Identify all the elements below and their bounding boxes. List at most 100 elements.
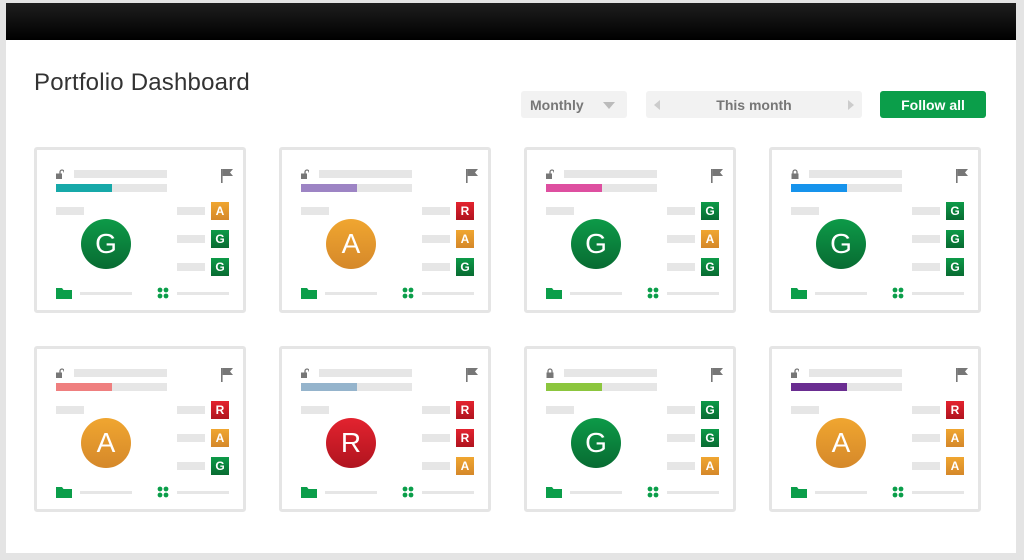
folder-text-placeholder — [80, 491, 132, 494]
folder-text-placeholder — [570, 292, 622, 295]
label-placeholder — [546, 207, 574, 215]
portfolio-card[interactable]: G G G G — [769, 147, 981, 313]
label-placeholder — [791, 207, 819, 215]
unlock-icon — [301, 169, 309, 179]
folder-icon[interactable] — [546, 288, 562, 299]
progress-bar — [791, 383, 902, 391]
grid-dots-icon[interactable] — [157, 486, 169, 498]
portfolio-card[interactable]: R R R A — [279, 346, 491, 512]
metric-label-placeholder — [912, 235, 940, 243]
progress-bar — [301, 383, 412, 391]
portfolio-card[interactable]: G G A G — [524, 147, 736, 313]
grid-dots-icon[interactable] — [892, 287, 904, 299]
grid-dots-icon[interactable] — [647, 486, 659, 498]
metric-label-placeholder — [912, 263, 940, 271]
flag-icon[interactable] — [221, 169, 233, 183]
label-placeholder — [301, 207, 329, 215]
flag-icon[interactable] — [466, 169, 478, 183]
title-placeholder — [809, 369, 902, 377]
apps-text-placeholder — [667, 292, 719, 295]
apps-text-placeholder — [912, 491, 964, 494]
portfolio-card[interactable]: A R A G — [279, 147, 491, 313]
label-placeholder — [56, 406, 84, 414]
metric-label-placeholder — [422, 263, 450, 271]
folder-icon[interactable] — [56, 288, 72, 299]
overall-status-circle: A — [816, 418, 866, 468]
overall-status-circle: G — [571, 418, 621, 468]
progress-fill — [791, 383, 847, 391]
folder-icon[interactable] — [301, 288, 317, 299]
status-badge: G — [946, 258, 964, 276]
title-placeholder — [319, 369, 412, 377]
dashboard-window: Portfolio Dashboard Monthly This month F… — [6, 3, 1016, 553]
metric-label-placeholder — [177, 434, 205, 442]
grid-dots-icon[interactable] — [647, 287, 659, 299]
portfolio-card[interactable]: A R A G — [34, 346, 246, 512]
next-arrow-icon[interactable] — [848, 100, 854, 110]
status-badge: G — [946, 230, 964, 248]
folder-icon[interactable] — [791, 288, 807, 299]
status-badge: A — [701, 230, 719, 248]
follow-all-button[interactable]: Follow all — [880, 91, 986, 118]
metric-label-placeholder — [177, 263, 205, 271]
flag-icon[interactable] — [711, 169, 723, 183]
title-placeholder — [319, 170, 412, 178]
status-badge: G — [701, 429, 719, 447]
folder-icon[interactable] — [301, 487, 317, 498]
metric-label-placeholder — [177, 462, 205, 470]
title-placeholder — [74, 170, 167, 178]
folder-text-placeholder — [80, 292, 132, 295]
status-badge: A — [946, 429, 964, 447]
previous-arrow-icon[interactable] — [654, 100, 660, 110]
metric-label-placeholder — [177, 207, 205, 215]
unlock-icon — [301, 368, 309, 378]
portfolio-card[interactable]: G A G G — [34, 147, 246, 313]
folder-text-placeholder — [815, 491, 867, 494]
overall-status-circle: G — [571, 219, 621, 269]
flag-icon[interactable] — [956, 169, 968, 183]
progress-fill — [301, 184, 357, 192]
status-badge: A — [946, 457, 964, 475]
progress-bar — [546, 184, 657, 192]
unlock-icon — [791, 368, 799, 378]
portfolio-card[interactable]: G G G A — [524, 346, 736, 512]
progress-fill — [301, 383, 357, 391]
progress-fill — [791, 184, 847, 192]
folder-icon[interactable] — [546, 487, 562, 498]
grid-dots-icon[interactable] — [892, 486, 904, 498]
grid-dots-icon[interactable] — [402, 486, 414, 498]
folder-icon[interactable] — [791, 487, 807, 498]
progress-fill — [56, 184, 112, 192]
label-placeholder — [56, 207, 84, 215]
metric-label-placeholder — [667, 462, 695, 470]
metric-label-placeholder — [422, 207, 450, 215]
status-badge: R — [946, 401, 964, 419]
grid-dots-icon[interactable] — [402, 287, 414, 299]
grid-dots-icon[interactable] — [157, 287, 169, 299]
portfolio-card[interactable]: A R A A — [769, 346, 981, 512]
metric-label-placeholder — [667, 406, 695, 414]
overall-status-circle: A — [326, 219, 376, 269]
status-badge: G — [701, 202, 719, 220]
top-bar — [6, 3, 1016, 40]
apps-text-placeholder — [177, 491, 229, 494]
metric-label-placeholder — [177, 235, 205, 243]
flag-icon[interactable] — [956, 368, 968, 382]
metric-label-placeholder — [912, 207, 940, 215]
period-dropdown[interactable]: Monthly — [521, 91, 627, 118]
apps-text-placeholder — [667, 491, 719, 494]
metric-label-placeholder — [667, 207, 695, 215]
metric-label-placeholder — [667, 235, 695, 243]
status-badge: A — [456, 230, 474, 248]
flag-icon[interactable] — [466, 368, 478, 382]
title-placeholder — [809, 170, 902, 178]
flag-icon[interactable] — [221, 368, 233, 382]
folder-icon[interactable] — [56, 487, 72, 498]
title-placeholder — [564, 170, 657, 178]
label-placeholder — [791, 406, 819, 414]
apps-text-placeholder — [912, 292, 964, 295]
progress-bar — [546, 383, 657, 391]
title-placeholder — [564, 369, 657, 377]
status-badge: G — [701, 401, 719, 419]
flag-icon[interactable] — [711, 368, 723, 382]
